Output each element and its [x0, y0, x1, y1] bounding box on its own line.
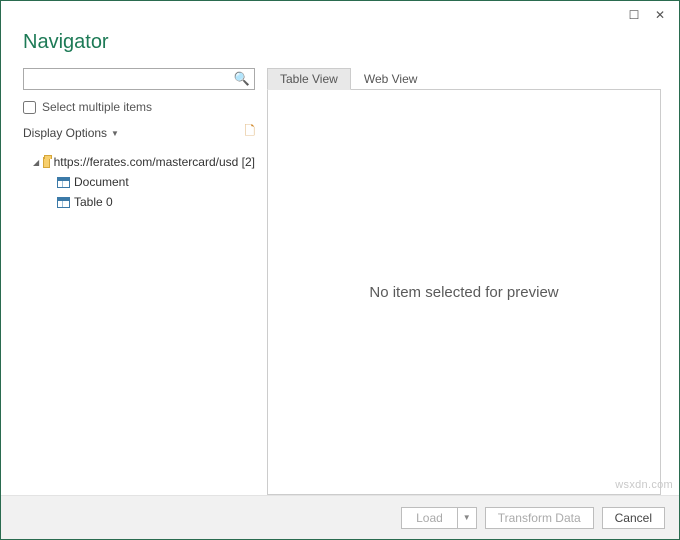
transform-data-button[interactable]: Transform Data	[485, 507, 594, 529]
select-multiple-row[interactable]: Select multiple items	[23, 100, 255, 114]
refresh-icon[interactable]: 🗋	[245, 122, 255, 144]
tree-item-table0[interactable]: Table 0	[23, 192, 255, 212]
load-dropdown-button[interactable]: ▼	[457, 507, 477, 529]
tree-item-document[interactable]: Document	[23, 172, 255, 192]
dialog-title: Navigator	[23, 31, 661, 54]
display-options-dropdown[interactable]: Display Options ▼	[23, 126, 119, 140]
select-multiple-checkbox[interactable]	[23, 101, 36, 114]
display-options-row: Display Options ▼ 🗋	[23, 122, 255, 144]
maximize-icon: ☐	[629, 8, 640, 22]
tab-table-view[interactable]: Table View	[267, 68, 351, 90]
source-tree: ◢ https://ferates.com/mastercard/usd [2]…	[23, 152, 255, 212]
titlebar: ☐ ✕	[1, 1, 679, 29]
tree-item-label: Table 0	[74, 195, 113, 209]
search-input[interactable]	[30, 71, 234, 87]
load-button[interactable]: Load	[401, 507, 457, 529]
chevron-down-icon: ▼	[463, 513, 471, 522]
tree-root-row[interactable]: ◢ https://ferates.com/mastercard/usd [2]	[23, 152, 255, 172]
cancel-button[interactable]: Cancel	[602, 507, 665, 529]
tab-web-view[interactable]: Web View	[351, 68, 431, 90]
table-icon	[57, 177, 70, 188]
left-pane: 🔍 Select multiple items Display Options …	[23, 68, 255, 495]
preview-empty-message: No item selected for preview	[369, 284, 558, 301]
display-options-label: Display Options	[23, 126, 107, 140]
close-icon: ✕	[655, 8, 665, 22]
dialog-body: 🔍 Select multiple items Display Options …	[23, 68, 661, 495]
maximize-button[interactable]: ☐	[621, 5, 647, 25]
right-pane: Table View Web View No item selected for…	[267, 68, 661, 495]
close-button[interactable]: ✕	[647, 5, 673, 25]
select-multiple-label: Select multiple items	[42, 100, 152, 114]
search-box[interactable]: 🔍	[23, 68, 255, 90]
dialog-footer: Load ▼ Transform Data Cancel	[1, 495, 679, 539]
preview-panel: No item selected for preview	[267, 89, 661, 495]
preview-tabs: Table View Web View	[267, 68, 661, 90]
folder-icon	[43, 157, 49, 168]
table-icon	[57, 197, 70, 208]
search-icon: 🔍	[234, 71, 250, 87]
collapse-icon[interactable]: ◢	[33, 158, 39, 167]
load-split-button: Load ▼	[401, 507, 477, 529]
tree-item-label: Document	[74, 175, 129, 189]
tree-root-label: https://ferates.com/mastercard/usd [2]	[54, 155, 255, 169]
navigator-dialog: ☐ ✕ Navigator 🔍 Select multiple items Di	[0, 0, 680, 540]
dialog-content: Navigator 🔍 Select multiple items Displa…	[1, 29, 679, 495]
chevron-down-icon: ▼	[111, 129, 119, 138]
